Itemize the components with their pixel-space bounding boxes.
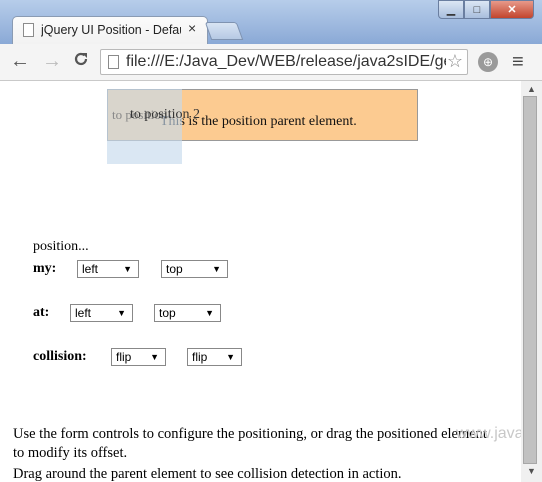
maximize-button[interactable]: □ — [464, 0, 490, 19]
my-vertical-value: top — [166, 262, 183, 276]
my-label: my: — [33, 261, 57, 276]
positionable-element[interactable]: to position to position 2 — [107, 89, 200, 164]
reload-button[interactable] — [72, 50, 90, 74]
positionable-label-2: to position 2 — [130, 107, 201, 122]
my-horizontal-value: left — [82, 262, 99, 276]
tab-title: jQuery UI Position - Default — [41, 23, 181, 37]
chevron-down-icon: ▼ — [226, 352, 235, 362]
back-button[interactable]: ← — [10, 50, 30, 73]
my-vertical-select[interactable]: top ▼ — [161, 260, 228, 278]
close-tab-icon[interactable]: × — [188, 20, 196, 36]
new-tab-button[interactable] — [204, 22, 244, 40]
collision-horizontal-value: flip — [116, 350, 132, 364]
scroll-up-icon[interactable]: ▲ — [527, 84, 536, 94]
extension-icon[interactable]: ⊕ — [478, 52, 498, 72]
close-window-button[interactable]: ✕ — [490, 0, 534, 19]
chevron-down-icon: ▼ — [117, 308, 126, 318]
at-vertical-select[interactable]: top ▼ — [154, 304, 221, 322]
collision-vertical-value: flip — [192, 350, 208, 364]
help-text-1: Use the form controls to configure the p… — [13, 426, 487, 442]
help-text-3: Drag around the parent element to see co… — [13, 466, 402, 482]
bookmark-star-icon[interactable]: ☆ — [447, 51, 463, 72]
browser-toolbar: ← → file:///E:/Java_Dev/WEB/release/java… — [0, 44, 542, 81]
my-horizontal-select[interactable]: left ▼ — [77, 260, 139, 278]
title-bar: jQuery UI Position - Default × ▁ □ ✕ — [0, 0, 542, 44]
chevron-down-icon: ▼ — [205, 308, 214, 318]
page-icon — [23, 23, 34, 37]
collision-label: collision: — [33, 349, 87, 364]
chevron-down-icon: ▼ — [150, 352, 159, 362]
chevron-down-icon: ▼ — [212, 264, 221, 274]
help-text-2: to modify its offset. — [13, 445, 128, 461]
chevron-down-icon: ▼ — [123, 264, 132, 274]
page-icon — [108, 55, 119, 69]
url-text: file:///E:/Java_Dev/WEB/release/java2sID… — [126, 53, 446, 70]
at-horizontal-select[interactable]: left ▼ — [70, 304, 133, 322]
window-controls: ▁ □ ✕ — [438, 0, 534, 20]
forward-button[interactable]: → — [42, 50, 62, 73]
reload-icon — [74, 52, 88, 66]
browser-tab[interactable]: jQuery UI Position - Default × — [12, 16, 208, 44]
at-label: at: — [33, 305, 50, 320]
at-vertical-value: top — [159, 306, 176, 320]
form-heading: position... — [33, 239, 89, 254]
collision-horizontal-select[interactable]: flip ▼ — [111, 348, 166, 366]
minimize-button[interactable]: ▁ — [438, 0, 464, 19]
scroll-down-icon[interactable]: ▼ — [527, 466, 536, 476]
menu-icon[interactable]: ≡ — [512, 51, 524, 74]
collision-vertical-select[interactable]: flip ▼ — [187, 348, 242, 366]
watermark: www.java2s.com — [456, 425, 521, 442]
page-content: This is the position parent element. to … — [0, 81, 521, 482]
address-bar[interactable]: file:///E:/Java_Dev/WEB/release/java2sID… — [100, 49, 468, 75]
vertical-scrollbar[interactable]: ▲ ▼ — [521, 81, 542, 482]
scrollbar-thumb[interactable] — [523, 96, 537, 464]
at-horizontal-value: left — [75, 306, 92, 320]
